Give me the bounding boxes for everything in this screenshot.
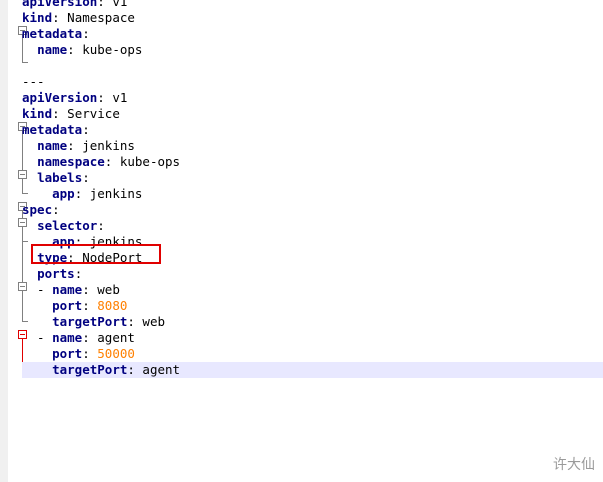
- code-line[interactable]: name: kube-ops: [22, 42, 603, 58]
- yaml-value: jenkins: [74, 138, 135, 153]
- yaml-value: Service: [59, 106, 120, 121]
- yaml-value: agent: [89, 330, 135, 345]
- key-colon: :: [82, 298, 90, 313]
- yaml-key: port: [52, 346, 83, 361]
- key-colon: :: [82, 26, 90, 41]
- yaml-key: labels: [37, 170, 83, 185]
- code-line[interactable]: port: 8080: [22, 298, 603, 314]
- yaml-key: metadata: [22, 26, 83, 41]
- fold-margin: [8, 0, 28, 482]
- yaml-key: port: [52, 298, 83, 313]
- code-line[interactable]: kind: Namespace: [22, 10, 603, 26]
- code-line[interactable]: apiVersion: v1: [22, 90, 603, 106]
- code-line[interactable]: ---: [22, 74, 603, 90]
- yaml-value: kube-ops: [74, 42, 143, 57]
- key-colon: :: [82, 282, 90, 297]
- yaml-key: targetPort: [52, 314, 128, 329]
- yaml-value: ---: [22, 74, 45, 89]
- yaml-key: ports: [37, 266, 75, 281]
- key-colon: :: [67, 42, 75, 57]
- yaml-key: apiVersion: [22, 90, 98, 105]
- yaml-value: jenkins: [82, 186, 143, 201]
- key-colon: :: [127, 362, 135, 377]
- yaml-key: kind: [22, 106, 53, 121]
- key-colon: :: [127, 314, 135, 329]
- code-line[interactable]: [22, 58, 603, 74]
- key-colon: :: [82, 170, 90, 185]
- yaml-key: selector: [37, 218, 98, 233]
- line-indent: -: [22, 282, 53, 297]
- key-colon: :: [97, 0, 105, 9]
- yaml-value: 8080: [89, 298, 128, 313]
- yaml-value: v1: [104, 0, 128, 9]
- yaml-value: web: [89, 282, 120, 297]
- line-indent: -: [22, 330, 53, 345]
- code-line[interactable]: port: 50000: [22, 346, 603, 362]
- yaml-value: Namespace: [59, 10, 135, 25]
- code-line[interactable]: ports:: [22, 266, 603, 282]
- yaml-key: name: [37, 42, 68, 57]
- code-line[interactable]: - name: web: [22, 282, 603, 298]
- yaml-key: kind: [22, 10, 53, 25]
- code-line[interactable]: labels:: [22, 170, 603, 186]
- yaml-value: web: [134, 314, 166, 329]
- yaml-value: v1: [104, 90, 128, 105]
- yaml-value: 50000: [89, 346, 135, 361]
- key-colon: :: [74, 266, 83, 281]
- yaml-key: targetPort: [52, 362, 128, 377]
- code-line[interactable]: targetPort: web: [22, 314, 603, 330]
- yaml-key: spec: [22, 202, 53, 217]
- yaml-value: kube-ops: [112, 154, 181, 169]
- code-line[interactable]: metadata:: [22, 122, 603, 138]
- yaml-key: metadata: [22, 122, 83, 137]
- yaml-key: name: [37, 138, 68, 153]
- code-line[interactable]: app: jenkins: [22, 186, 603, 202]
- code-line[interactable]: apiVersion: v1: [22, 0, 603, 10]
- key-colon: :: [82, 122, 90, 137]
- yaml-value: agent: [134, 362, 181, 377]
- code-line[interactable]: name: jenkins: [22, 138, 603, 154]
- key-colon: :: [67, 138, 75, 153]
- code-editor[interactable]: apiVersion: v1 kind: Namespace metadata: n…: [22, 0, 603, 482]
- code-line[interactable]: - name: agent: [22, 330, 603, 346]
- yaml-key: name: [52, 282, 83, 297]
- code-line[interactable]: spec:: [22, 202, 603, 218]
- code-line[interactable]: namespace: kube-ops: [22, 154, 603, 170]
- key-colon: :: [52, 10, 60, 25]
- yaml-key: name: [52, 330, 83, 345]
- key-colon: :: [52, 106, 60, 121]
- code-line[interactable]: selector:: [22, 218, 603, 234]
- key-colon: :: [82, 346, 90, 361]
- yaml-key: namespace: [37, 154, 105, 169]
- yaml-key: app: [52, 186, 75, 201]
- code-line[interactable]: kind: Service: [22, 106, 603, 122]
- key-colon: :: [97, 218, 105, 233]
- yaml-key: apiVersion: [22, 0, 98, 9]
- key-colon: :: [97, 90, 105, 105]
- annotation-highlight-box: [31, 244, 161, 264]
- watermark: 许大仙: [553, 457, 595, 473]
- key-colon: :: [82, 330, 90, 345]
- code-line[interactable]: metadata:: [22, 26, 603, 42]
- code-line[interactable]: targetPort: agent: [22, 362, 603, 378]
- key-colon: :: [52, 202, 60, 217]
